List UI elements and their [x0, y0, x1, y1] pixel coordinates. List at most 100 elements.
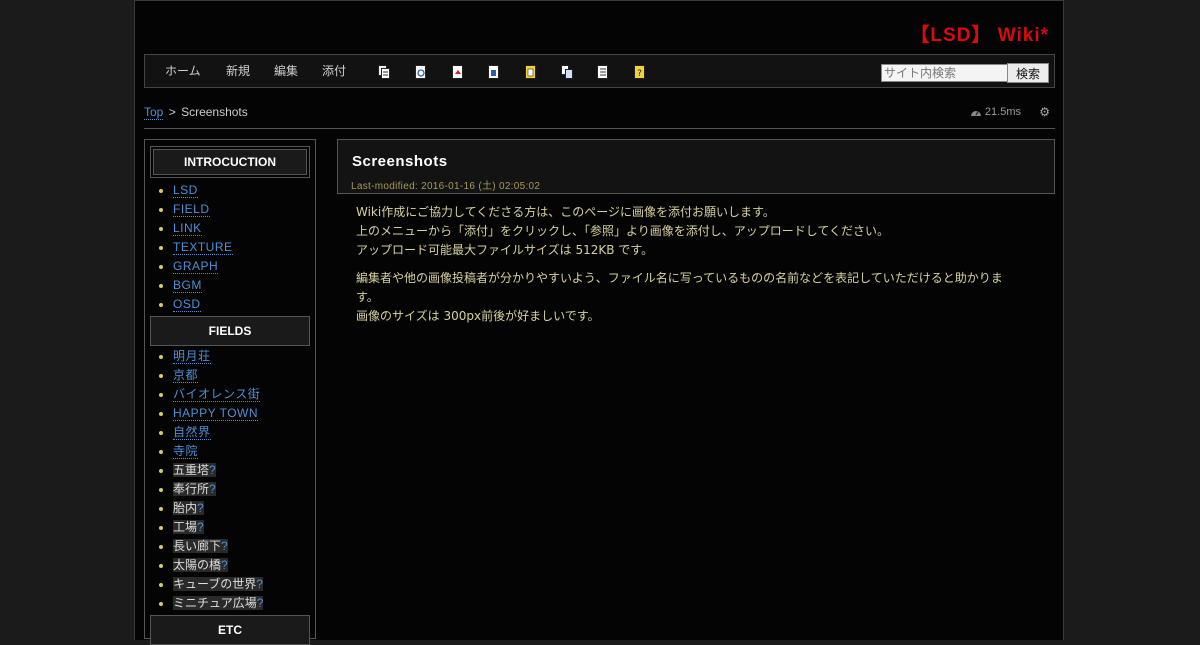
- list-item: 明月荘: [159, 347, 315, 366]
- sidebar-item-long-hallway[interactable]: 長い廊下?: [173, 539, 228, 553]
- nav-attach[interactable]: 添付: [322, 55, 346, 87]
- breadcrumb-top-link[interactable]: Top: [144, 105, 164, 120]
- sidebar-item-label: 工場: [173, 520, 198, 534]
- breadcrumb-separator: >: [168, 105, 176, 119]
- sidebar-item-violence-town[interactable]: バイオレンス街: [173, 387, 261, 402]
- list-item: バイオレンス街: [159, 385, 315, 404]
- reload-icon[interactable]: [452, 65, 464, 79]
- sidebar-item-label: 太陽の橋: [173, 558, 222, 572]
- create-page-link[interactable]: ?: [209, 463, 216, 477]
- menu-heading-fields: FIELDS: [150, 316, 310, 346]
- backup-icon[interactable]: [415, 65, 427, 79]
- sidebar-item-label: 長い廊下: [173, 539, 222, 553]
- sidebar-item-miniature-plaza[interactable]: ミニチュア広場?: [173, 596, 264, 610]
- sidebar-item-nature[interactable]: 自然界: [173, 425, 211, 440]
- create-page-link[interactable]: ?: [197, 520, 204, 534]
- divider: [144, 128, 1055, 129]
- text-line: アップロード可能最大ファイルサイズは 512KB です。: [356, 243, 654, 257]
- search-button[interactable]: 検索: [1007, 63, 1049, 83]
- list-item: 太陽の橋?: [159, 556, 315, 575]
- sidebar-item-lsd[interactable]: LSD: [173, 183, 198, 198]
- sidebar-item-label: 胎内: [173, 501, 198, 515]
- create-page-link[interactable]: ?: [209, 482, 216, 496]
- sidebar-item-label: 奉行所: [173, 482, 210, 496]
- render-time: 21.5ms: [970, 106, 1021, 118]
- list-item: キューブの世界?: [159, 575, 315, 594]
- sidebar-menu: INTROCUCTION LSD FIELD LINK TEXTURE GRAP…: [144, 139, 316, 645]
- list-item: 工場?: [159, 518, 315, 537]
- sidebar-item-factory[interactable]: 工場?: [173, 520, 204, 534]
- list-item: GRAPH: [159, 257, 315, 276]
- sidebar-item-link[interactable]: LINK: [173, 221, 202, 236]
- sidebar-item-womb[interactable]: 胎内?: [173, 501, 204, 515]
- page-container: 【LSD】 Wiki* ホーム 新規 編集 添付 ? サイト内検索 検索 Top…: [134, 0, 1064, 645]
- list-item: BGM: [159, 276, 315, 295]
- sidebar-item-label: ミニチュア広場: [173, 596, 257, 610]
- list-item: LSD: [159, 181, 315, 200]
- sidebar-item-kyoto[interactable]: 京都: [173, 368, 199, 383]
- sidebar-item-bgm[interactable]: BGM: [173, 278, 202, 293]
- sidebar-item-graph[interactable]: GRAPH: [173, 259, 219, 274]
- list-item: TEXTURE: [159, 238, 315, 257]
- create-page-link[interactable]: ?: [197, 501, 204, 515]
- create-page-link[interactable]: ?: [257, 596, 264, 610]
- sidebar-item-texture[interactable]: TEXTURE: [173, 240, 233, 255]
- list-item: OSD: [159, 295, 315, 314]
- text-line: 編集者や他の画像投稿者が分かりやすいよう、ファイル名に写っているものの名前などを…: [356, 271, 1003, 285]
- site-title[interactable]: 【LSD】 Wiki*: [910, 20, 1049, 47]
- sidebar-item-temple[interactable]: 寺院: [173, 444, 199, 459]
- sidebar-item-happy-town[interactable]: HAPPY TOWN: [173, 406, 259, 421]
- sidebar-item-sun-bridge[interactable]: 太陽の橋?: [173, 558, 228, 572]
- list-item: 自然界: [159, 423, 315, 442]
- search-input[interactable]: [881, 64, 1009, 82]
- recent-icon[interactable]: [597, 65, 609, 79]
- nav-edit[interactable]: 編集: [274, 55, 298, 87]
- page-title: Screenshots: [352, 153, 448, 170]
- sidebar-item-meigetsuso[interactable]: 明月荘: [173, 349, 211, 364]
- list-item: LINK: [159, 219, 315, 238]
- list-item: 奉行所?: [159, 480, 315, 499]
- list-item: 寺院: [159, 442, 315, 461]
- render-time-value: 21.5ms: [984, 106, 1021, 118]
- svg-text:?: ?: [637, 69, 642, 79]
- list-item: 長い廊下?: [159, 537, 315, 556]
- sidebar-item-pagoda[interactable]: 五重塔?: [173, 463, 216, 477]
- sidebar-item-label: キューブの世界: [173, 577, 257, 591]
- breadcrumb: Top > Screenshots: [144, 105, 248, 120]
- sidebar-item-label: 五重塔: [173, 463, 210, 477]
- freeze-icon[interactable]: [488, 65, 500, 79]
- last-modified: Last-modified: 2016-01-16 (土) 02:05:02: [351, 181, 541, 192]
- navbar: ホーム 新規 編集 添付 ? サイト内検索 検索: [144, 54, 1055, 88]
- text-line: す。: [356, 290, 379, 304]
- sidebar-item-magistrate[interactable]: 奉行所?: [173, 482, 216, 496]
- nav-home[interactable]: ホーム: [165, 55, 201, 87]
- text-line: 画像のサイズは 300px前後が好ましいです。: [356, 309, 600, 323]
- list-item: HAPPY TOWN: [159, 404, 315, 423]
- sidebar-item-osd[interactable]: OSD: [173, 297, 201, 312]
- create-page-link[interactable]: ?: [256, 577, 263, 591]
- sidebar-item-field[interactable]: FIELD: [173, 202, 210, 217]
- list-icon[interactable]: [525, 65, 537, 79]
- paragraph: Wiki作成にご協力してくださる方は、このページに画像を添付お願いします。 上の…: [356, 203, 1046, 260]
- nav-new[interactable]: 新規: [226, 55, 250, 87]
- text-line: 上のメニューから「添付」をクリックし、「参照」より画像を添付し、アップロードして…: [356, 224, 890, 238]
- create-page-link[interactable]: ?: [221, 539, 228, 553]
- help-icon[interactable]: ?: [634, 65, 646, 79]
- page-body: Wiki作成にご協力してくださる方は、このページに画像を添付お願いします。 上の…: [356, 203, 1046, 335]
- diff-icon[interactable]: [378, 65, 390, 79]
- menu-heading-introduction: INTROCUCTION: [150, 146, 310, 178]
- gear-icon[interactable]: ⚙: [1039, 105, 1050, 119]
- menu-heading-etc: ETC: [150, 615, 310, 645]
- text-line: Wiki作成にご協力してくださる方は、このページに画像を添付お願いします。: [356, 205, 775, 219]
- list-item: 胎内?: [159, 499, 315, 518]
- copy-icon[interactable]: [561, 65, 573, 79]
- create-page-link[interactable]: ?: [221, 558, 228, 572]
- sidebar-item-cube-world[interactable]: キューブの世界?: [173, 577, 263, 591]
- menu-list-fields: 明月荘 京都 バイオレンス街 HAPPY TOWN 自然界 寺院 五重塔? 奉行…: [145, 347, 315, 613]
- list-item: 五重塔?: [159, 461, 315, 480]
- menu-list-introduction: LSD FIELD LINK TEXTURE GRAPH BGM OSD: [145, 181, 315, 314]
- speedometer-icon: [970, 110, 981, 116]
- list-item: FIELD: [159, 200, 315, 219]
- list-item: ミニチュア広場?: [159, 594, 315, 613]
- content-header: Screenshots Last-modified: 2016-01-16 (土…: [337, 139, 1055, 194]
